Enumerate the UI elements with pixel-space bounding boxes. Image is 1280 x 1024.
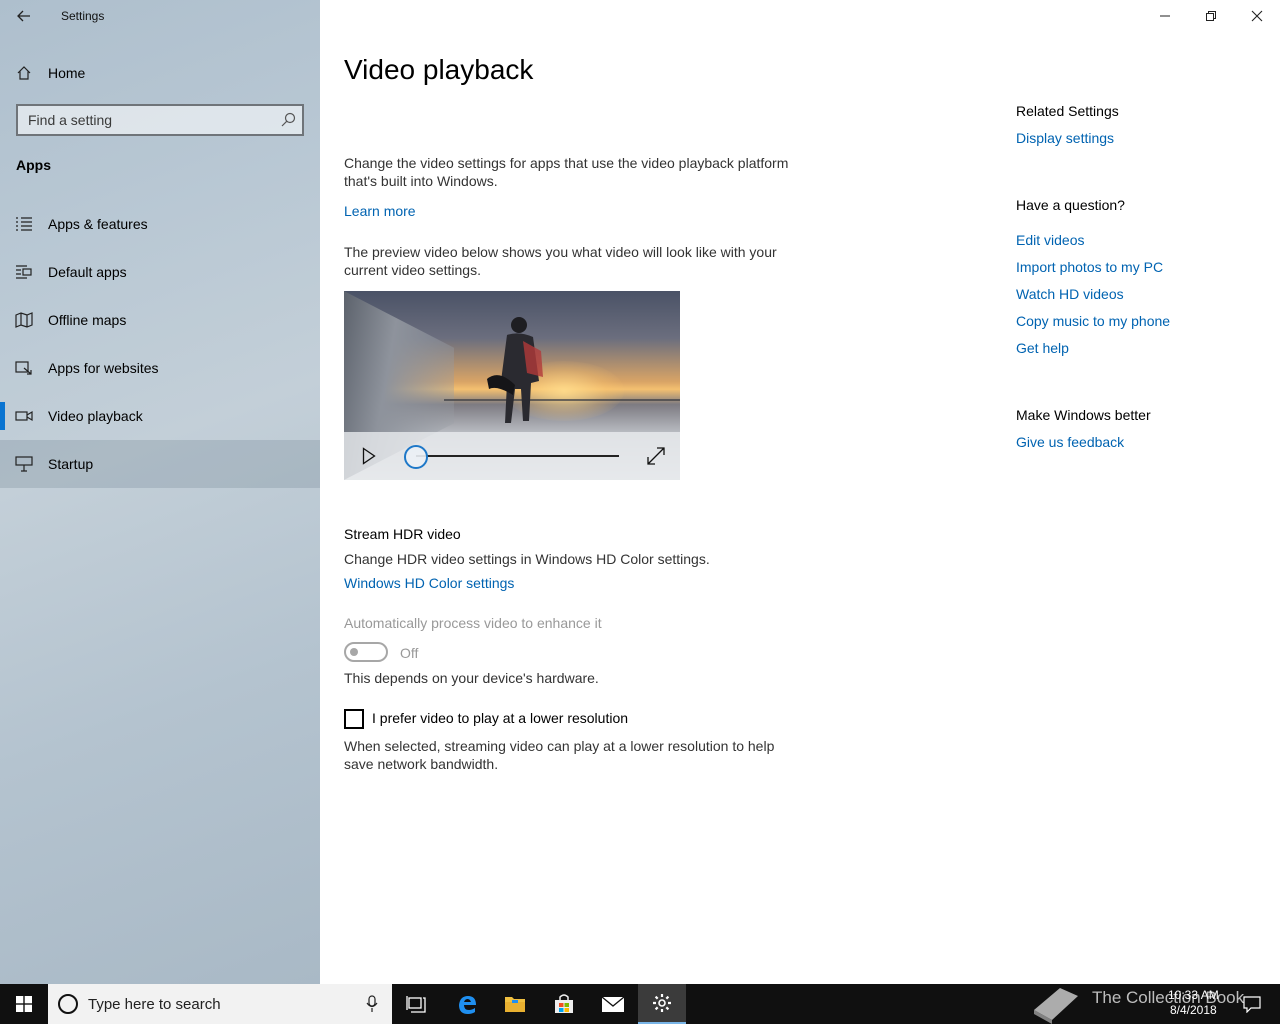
edge-icon	[459, 996, 476, 1014]
window-controls	[1142, 0, 1280, 32]
related-settings-heading: Related Settings	[1016, 103, 1119, 119]
store-icon	[555, 994, 573, 1013]
clock[interactable]: 10:33 AM 8/4/2018	[1168, 988, 1219, 1018]
hardware-note: This depends on your device's hardware.	[344, 670, 599, 686]
import-photos-link[interactable]: Import photos to my PC	[1016, 259, 1163, 275]
sidebar-item-startup[interactable]: Startup	[0, 440, 320, 488]
sidebar-item-label: Startup	[48, 456, 94, 472]
close-button[interactable]	[1234, 0, 1280, 32]
restore-button[interactable]	[1188, 0, 1234, 32]
lower-resolution-label[interactable]: I prefer video to play at a lower resolu…	[372, 710, 628, 726]
map-icon	[15, 312, 33, 328]
seek-thumb[interactable]	[404, 445, 428, 469]
settings-taskbar-button[interactable]	[638, 984, 686, 1024]
display-settings-link[interactable]: Display settings	[1016, 130, 1114, 146]
task-view-button[interactable]	[392, 984, 440, 1024]
sidebar-item-apps-for-websites[interactable]: Apps for websites	[0, 344, 320, 392]
toggle-knob	[350, 648, 358, 656]
hd-color-settings-link[interactable]: Windows HD Color settings	[344, 575, 514, 591]
video-icon	[15, 408, 33, 424]
taskbar-search[interactable]: Type here to search	[48, 984, 392, 1024]
start-button[interactable]	[0, 984, 48, 1024]
title-bar: Settings	[0, 0, 320, 32]
fullscreen-button[interactable]	[644, 444, 668, 468]
default-apps-icon	[15, 264, 33, 280]
search-input[interactable]	[18, 106, 274, 134]
nav-list: Apps & features Default apps Offline map…	[0, 200, 320, 488]
watch-hd-videos-link[interactable]: Watch HD videos	[1016, 286, 1124, 302]
sidebar: Settings Home Apps Apps & features Defau…	[0, 0, 320, 984]
video-controls	[344, 432, 680, 480]
seek-track[interactable]	[416, 455, 619, 457]
play-icon	[362, 447, 376, 465]
question-heading: Have a question?	[1016, 197, 1125, 213]
back-arrow-icon	[17, 10, 30, 22]
taskbar-search-placeholder: Type here to search	[88, 996, 221, 1013]
gear-icon	[653, 994, 671, 1012]
clock-date: 8/4/2018	[1169, 1003, 1217, 1017]
toggle-state-label: Off	[400, 645, 419, 661]
store-button[interactable]	[540, 984, 588, 1024]
startup-icon	[15, 456, 33, 472]
sidebar-item-label: Offline maps	[48, 312, 127, 328]
fullscreen-icon	[647, 447, 665, 465]
sidebar-item-label: Apps & features	[48, 216, 148, 232]
cortana-icon	[58, 994, 78, 1014]
clock-time: 10:33 AM	[1168, 988, 1219, 1002]
edge-button[interactable]	[443, 984, 491, 1024]
sidebar-item-offline-maps[interactable]: Offline maps	[0, 296, 320, 344]
make-windows-better-heading: Make Windows better	[1016, 407, 1151, 423]
edit-videos-link[interactable]: Edit videos	[1016, 232, 1084, 248]
app-title: Settings	[61, 9, 105, 23]
preview-description: The preview video below shows you what v…	[344, 244, 777, 278]
windows-logo-icon	[16, 996, 32, 1012]
auto-process-label: Automatically process video to enhance i…	[344, 615, 602, 631]
taskbar: Type here to search The Collection Book …	[0, 984, 1280, 1024]
sidebar-item-apps-features[interactable]: Apps & features	[0, 200, 320, 248]
sidebar-item-video-playback[interactable]: Video playback	[0, 392, 320, 440]
folder-icon	[505, 997, 525, 1012]
minimize-icon	[1160, 15, 1170, 17]
notification-icon	[1243, 996, 1261, 1013]
auto-process-toggle[interactable]	[344, 642, 388, 662]
link-icon	[15, 360, 33, 376]
mail-button[interactable]	[589, 984, 637, 1024]
section-heading: Apps	[16, 157, 51, 173]
file-explorer-button[interactable]	[491, 984, 539, 1024]
get-help-link[interactable]: Get help	[1016, 340, 1069, 356]
page-title: Video playback	[344, 54, 534, 85]
close-icon	[1251, 10, 1263, 22]
back-button[interactable]	[10, 4, 38, 28]
person-silhouette	[487, 317, 543, 423]
learn-more-link[interactable]: Learn more	[344, 203, 416, 219]
hdr-heading: Stream HDR video	[344, 526, 461, 542]
hdr-description: Change HDR video settings in Windows HD …	[344, 551, 710, 567]
restore-icon	[1206, 11, 1216, 21]
home-nav-item[interactable]: Home	[0, 57, 320, 89]
sidebar-item-label: Apps for websites	[48, 360, 159, 376]
sidebar-item-label: Video playback	[48, 408, 143, 424]
book-logo-icon	[1034, 988, 1078, 1024]
play-button[interactable]	[358, 444, 380, 468]
sidebar-item-default-apps[interactable]: Default apps	[0, 248, 320, 296]
action-center-button[interactable]	[1232, 984, 1272, 1024]
search-icon[interactable]	[280, 112, 296, 133]
list-icon	[15, 216, 33, 232]
microphone-icon[interactable]	[366, 995, 378, 1018]
home-icon	[16, 65, 32, 81]
sidebar-item-label: Default apps	[48, 264, 127, 280]
lower-resolution-checkbox[interactable]	[344, 709, 364, 729]
task-view-icon	[406, 996, 426, 1013]
copy-music-link[interactable]: Copy music to my phone	[1016, 313, 1170, 329]
video-preview[interactable]	[344, 291, 680, 480]
intro-text: Change the video settings for apps that …	[344, 155, 789, 189]
mail-icon	[601, 996, 625, 1012]
minimize-button[interactable]	[1142, 0, 1188, 32]
lower-resolution-description: When selected, streaming video can play …	[344, 738, 775, 772]
give-feedback-link[interactable]: Give us feedback	[1016, 434, 1124, 450]
search-box[interactable]	[16, 104, 304, 136]
home-label: Home	[48, 65, 86, 81]
